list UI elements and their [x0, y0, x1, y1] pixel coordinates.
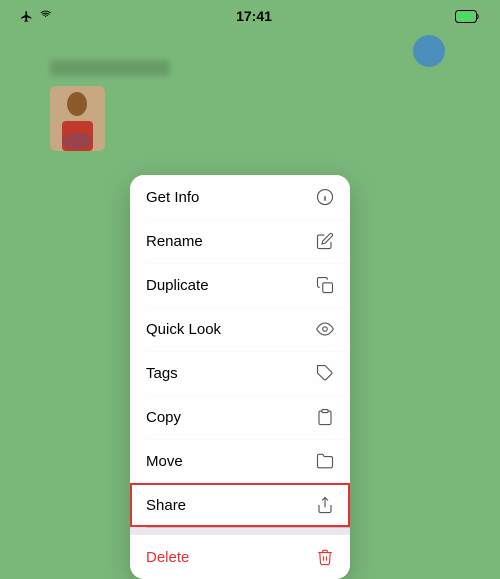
status-time: 17:41: [236, 8, 272, 24]
blue-bubble: [413, 35, 445, 67]
duplicate-icon: [316, 276, 334, 294]
copy-icon: [316, 408, 334, 426]
menu-item-rename[interactable]: Rename: [130, 219, 350, 263]
menu-item-share[interactable]: Share: [130, 483, 350, 527]
eye-icon: [316, 320, 334, 338]
info-icon: [316, 188, 334, 206]
share-icon: [316, 496, 334, 514]
context-menu: Get Info Rename Duplicate Quick Look Tag…: [130, 175, 350, 579]
menu-item-get-info[interactable]: Get Info: [130, 175, 350, 219]
move-label: Move: [146, 453, 183, 470]
bg-blur-text-1: [50, 60, 170, 76]
duplicate-label: Duplicate: [146, 277, 209, 294]
menu-item-copy[interactable]: Copy: [130, 395, 350, 439]
rename-label: Rename: [146, 233, 203, 250]
status-left-icons: [20, 10, 53, 23]
airplane-icon: [20, 10, 33, 23]
tags-label: Tags: [146, 365, 178, 382]
bg-image-thumbnail: [50, 86, 105, 151]
menu-item-delete[interactable]: Delete: [130, 535, 350, 579]
status-bar: 17:41: [0, 0, 500, 28]
battery-icon: [455, 10, 480, 23]
menu-item-quick-look[interactable]: Quick Look: [130, 307, 350, 351]
wifi-icon: [39, 10, 53, 23]
folder-icon: [316, 452, 334, 470]
pencil-icon: [316, 232, 334, 250]
trash-icon: [316, 548, 334, 566]
status-right-icons: [455, 10, 480, 23]
copy-label: Copy: [146, 409, 181, 426]
menu-item-move[interactable]: Move: [130, 439, 350, 483]
delete-label: Delete: [146, 549, 189, 566]
menu-item-duplicate[interactable]: Duplicate: [130, 263, 350, 307]
get-info-label: Get Info: [146, 189, 199, 206]
background-content: [50, 60, 250, 151]
tag-icon: [316, 364, 334, 382]
share-label: Share: [146, 497, 186, 514]
menu-item-tags[interactable]: Tags: [130, 351, 350, 395]
quick-look-label: Quick Look: [146, 321, 221, 338]
menu-divider: [130, 527, 350, 535]
